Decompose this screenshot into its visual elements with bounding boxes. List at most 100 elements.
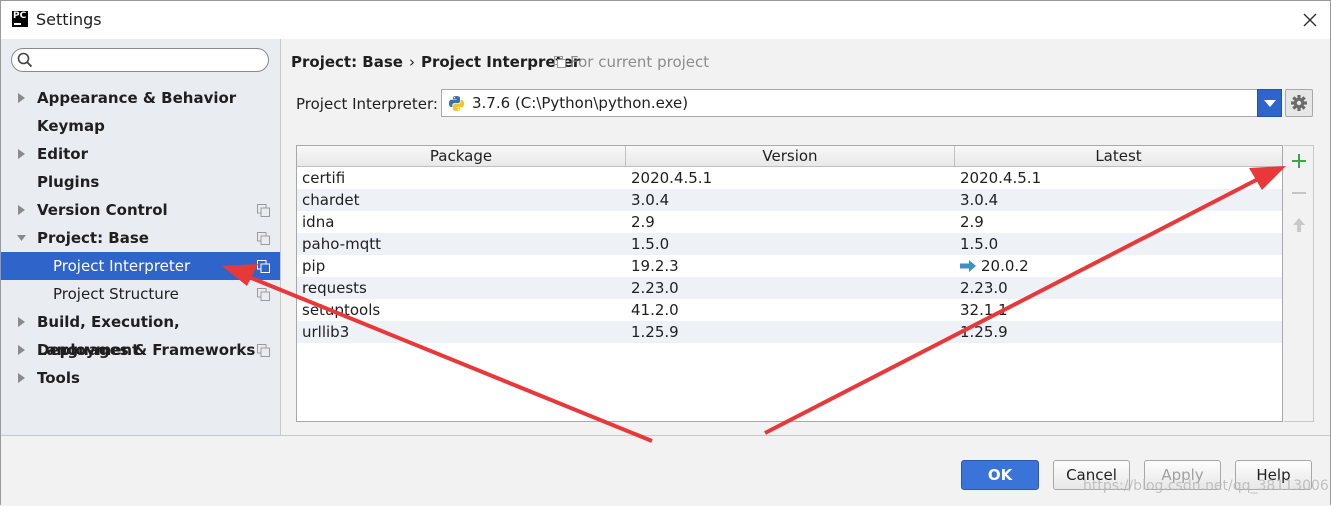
table-row[interactable]: chardet 3.0.4 3.0.4 <box>297 189 1282 211</box>
sidebar-item-label: Version Control <box>37 201 168 219</box>
chevron-right-icon[interactable] <box>17 345 26 355</box>
package-version-text: 3.0.4 <box>631 191 670 209</box>
package-name-text: pip <box>302 257 326 275</box>
add-icon[interactable] <box>1290 152 1308 170</box>
interpreter-select[interactable]: 3.7.6 (C:\Python\python.exe) <box>441 89 1282 117</box>
settings-dialog: PC Settings Appearance & Behavior Keymap E… <box>0 0 1331 506</box>
table-row[interactable]: setuptools 41.2.0 32.1.1 <box>297 299 1282 321</box>
settings-sidebar: Appearance & Behavior Keymap Editor Plugins… <box>1 39 281 435</box>
chevron-right-icon[interactable] <box>17 205 26 215</box>
sidebar-item-tools[interactable]: Tools <box>1 364 280 392</box>
package-latest-text: 1.25.9 <box>960 323 1008 341</box>
package-name-text: urllib3 <box>302 323 350 341</box>
package-name-text: certifi <box>302 169 346 187</box>
package-latest-text: 20.0.2 <box>981 257 1029 275</box>
package-version: 41.2.0 <box>631 299 679 321</box>
package-latest: 32.1.1 <box>960 299 1008 321</box>
settings-content: Project: Base › Project Interpreter For cu… <box>281 39 1330 435</box>
table-header: Package Version Latest <box>297 146 1282 167</box>
column-header-latest[interactable]: Latest <box>955 146 1282 166</box>
package-version-text: 19.2.3 <box>631 257 679 275</box>
sidebar-item-project-structure[interactable]: Project Structure <box>1 280 280 308</box>
sidebar-item-label: Project: Base <box>37 229 149 247</box>
scope-note: For current project <box>554 53 709 71</box>
chevron-down-icon[interactable] <box>17 233 26 243</box>
table-row[interactable]: pip 19.2.3 20.0.2 <box>297 255 1282 277</box>
search-icon <box>17 52 33 68</box>
settings-search-input[interactable] <box>11 48 269 72</box>
column-header-version[interactable]: Version <box>626 146 955 166</box>
package-version: 1.5.0 <box>631 233 669 255</box>
sidebar-item-editor[interactable]: Editor <box>1 140 280 168</box>
package-latest: 20.0.2 <box>960 255 1029 277</box>
table-row[interactable]: certifi 2020.4.5.1 2020.4.5.1 <box>297 167 1282 189</box>
chevron-down-icon[interactable] <box>1257 89 1282 117</box>
package-latest: 1.25.9 <box>960 321 1008 343</box>
copy-icon <box>257 204 270 217</box>
interpreter-settings-button[interactable] <box>1285 89 1313 117</box>
package-latest-text: 3.0.4 <box>960 191 999 209</box>
packages-table: Package Version Latest certifi 2020.4.5.1… <box>296 145 1283 422</box>
breadcrumb-parent[interactable]: Project: Base <box>291 53 403 71</box>
remove-icon[interactable] <box>1290 184 1308 202</box>
sidebar-item-keymap[interactable]: Keymap <box>1 112 280 140</box>
scope-note-text: For current project <box>570 53 710 71</box>
pycharm-app-icon: PC <box>12 11 28 27</box>
table-row[interactable]: requests 2.23.0 2.23.0 <box>297 277 1282 299</box>
package-latest: 3.0.4 <box>960 189 998 211</box>
chevron-right-icon[interactable] <box>17 93 26 103</box>
chevron-right-icon[interactable] <box>17 373 26 383</box>
package-name-text: idna <box>302 213 335 231</box>
package-name-text: paho-mqtt <box>302 235 381 253</box>
package-name: urllib3 <box>302 321 349 343</box>
table-row[interactable]: paho-mqtt 1.5.0 1.5.0 <box>297 233 1282 255</box>
sidebar-item-project-base[interactable]: Project: Base <box>1 224 280 252</box>
package-version-text: 1.5.0 <box>631 235 670 253</box>
package-version: 3.0.4 <box>631 189 669 211</box>
breadcrumb: Project: Base › Project Interpreter <box>291 53 580 71</box>
table-row[interactable]: urllib3 1.25.9 1.25.9 <box>297 321 1282 343</box>
package-version: 2020.4.5.1 <box>631 167 712 189</box>
chevron-right-icon[interactable] <box>17 317 26 327</box>
sidebar-item-label: Plugins <box>37 173 100 191</box>
sidebar-item-plugins[interactable]: Plugins <box>1 168 280 196</box>
close-icon[interactable] <box>1297 7 1323 33</box>
sidebar-item-languages-frameworks[interactable]: Languages & Frameworks <box>1 336 280 364</box>
package-latest-text: 1.5.0 <box>960 235 999 253</box>
sidebar-item-label: Appearance & Behavior <box>37 89 237 107</box>
interpreter-value: 3.7.6 (C:\Python\python.exe) <box>472 94 689 112</box>
copy-icon <box>554 56 566 68</box>
upgrade-icon[interactable] <box>1290 216 1308 234</box>
package-latest: 2.23.0 <box>960 277 1008 299</box>
table-body: certifi 2020.4.5.1 2020.4.5.1 chardet 3.0.4 3… <box>297 167 1282 343</box>
gear-icon <box>1291 95 1307 111</box>
package-version: 2.9 <box>631 211 655 233</box>
package-toolbar <box>1284 145 1314 422</box>
sidebar-item-build-execution-deployment[interactable]: Build, Execution, Deployment <box>1 308 280 359</box>
sidebar-item-project-interpreter[interactable]: Project Interpreter <box>1 252 280 280</box>
package-latest-text: 2020.4.5.1 <box>960 169 1042 187</box>
dialog-footer: OK Cancel Apply Help https://blog.csdn.n… <box>1 435 1330 506</box>
package-latest-text: 32.1.1 <box>960 301 1008 319</box>
sidebar-item-label: Keymap <box>37 117 105 135</box>
package-name: paho-mqtt <box>302 233 381 255</box>
window-title: Settings <box>36 10 102 29</box>
chevron-right-icon[interactable] <box>17 149 26 159</box>
python-icon <box>449 96 464 111</box>
ok-button[interactable]: OK <box>961 460 1039 490</box>
table-row[interactable]: idna 2.9 2.9 <box>297 211 1282 233</box>
sidebar-item-appearance-behavior[interactable]: Appearance & Behavior <box>1 84 280 112</box>
copy-icon <box>257 260 270 273</box>
package-name-text: chardet <box>302 191 360 209</box>
column-header-package[interactable]: Package <box>297 146 626 166</box>
title-bar: PC Settings <box>1 1 1330 39</box>
package-version-text: 1.25.9 <box>631 323 679 341</box>
interpreter-label: Project Interpreter: <box>296 95 438 113</box>
package-latest-text: 2.9 <box>960 213 984 231</box>
package-name: chardet <box>302 189 359 211</box>
sidebar-item-version-control[interactable]: Version Control <box>1 196 280 224</box>
package-name: requests <box>302 277 367 299</box>
upgrade-available-icon <box>960 260 976 272</box>
sidebar-item-label: Languages & Frameworks <box>37 341 256 359</box>
sidebar-item-label: Project Interpreter <box>53 257 191 275</box>
